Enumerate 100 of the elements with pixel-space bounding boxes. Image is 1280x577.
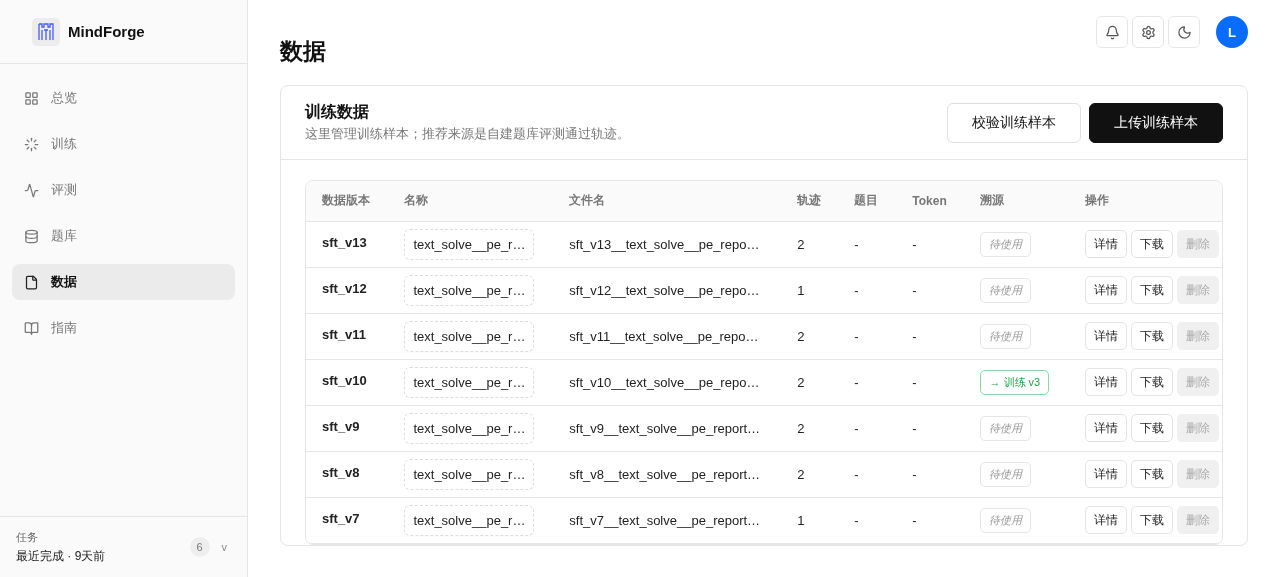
notifications-button[interactable] (1096, 16, 1128, 48)
table-cell: sft_v11__text_solve__pe_repo… (553, 313, 782, 359)
settings-icon (1140, 24, 1156, 40)
book-icon (24, 320, 39, 336)
table-cell: - (896, 267, 965, 313)
column-header: 溯源 (964, 181, 1070, 221)
column-header: 数据版本 (306, 181, 389, 221)
bell-icon (1104, 24, 1120, 40)
table-cell: - (838, 359, 897, 405)
moon-icon (1176, 24, 1192, 40)
table-cell: sft_v12 (306, 267, 389, 313)
download-button[interactable]: 下载 (1131, 230, 1174, 258)
nav-item[interactable]: 指南 (12, 310, 235, 346)
table-cell: - (896, 405, 965, 451)
column-header: 轨迹 (781, 181, 839, 221)
database-icon (24, 228, 39, 244)
table-cell: sft_v13 (306, 221, 389, 267)
table-cell: sft_v9 (306, 405, 389, 451)
theme-button[interactable] (1168, 16, 1200, 48)
table-cell: 2 (781, 359, 839, 405)
dataset-name: text_solve__pe_r… (404, 458, 535, 490)
table-cell: sft_v10__text_solve__pe_repo… (553, 359, 782, 405)
details-button[interactable]: 详情 (1085, 368, 1128, 396)
column-header: Token (896, 181, 965, 221)
table-cell: - (838, 221, 897, 267)
table-cell: 2 (781, 313, 839, 359)
table-cell: - (838, 267, 897, 313)
dataset-name: text_solve__pe_r… (404, 228, 535, 260)
table-cell: - (896, 497, 965, 543)
table-cell: sft_v13__text_solve__pe_repo… (553, 221, 782, 267)
table-cell: 2 (781, 221, 839, 267)
table-cell: - (838, 313, 897, 359)
table-cell: - (896, 359, 965, 405)
download-button[interactable]: 下载 (1131, 460, 1174, 488)
file-icon (24, 274, 39, 290)
page-title: 数据 (280, 37, 327, 66)
upload-button[interactable]: 上传训练样本 (1089, 102, 1223, 143)
table-cell: sft_v8 (306, 451, 389, 497)
settings-button[interactable] (1132, 16, 1164, 48)
table-cell: sft_v8__text_solve__pe_report… (553, 451, 782, 497)
download-button[interactable]: 下载 (1131, 276, 1174, 304)
details-button[interactable]: 详情 (1085, 506, 1128, 534)
details-button[interactable]: 详情 (1085, 414, 1128, 442)
validate-button[interactable]: 校验训练样本 (947, 102, 1081, 143)
status-tag: 待使用 (980, 277, 1032, 303)
training-link[interactable]: → 训练 v3 (980, 369, 1050, 395)
loader-icon (24, 136, 39, 152)
table-cell: - (838, 451, 897, 497)
dataset-name: text_solve__pe_r… (404, 274, 535, 306)
column-header: 题目 (838, 181, 897, 221)
table-cell: - (896, 451, 965, 497)
nav-item[interactable]: 总览 (12, 80, 235, 116)
download-button[interactable]: 下载 (1131, 368, 1174, 396)
download-button[interactable]: 下载 (1131, 322, 1174, 350)
nav-item[interactable]: 题库 (12, 218, 235, 254)
table-cell: sft_v7__text_solve__pe_report… (553, 497, 782, 543)
card-subtitle: 这里管理训练样本；推荐来源是自建题库评测通过轨迹。 (305, 125, 630, 143)
nav-item[interactable]: 训练 (12, 126, 235, 162)
column-header: 操作 (1069, 181, 1222, 221)
table-cell: sft_v12__text_solve__pe_repo… (553, 267, 782, 313)
status-tag: 待使用 (980, 231, 1032, 257)
details-button[interactable]: 详情 (1085, 460, 1128, 488)
column-header: 名称 (388, 181, 554, 221)
task-count: 6 (189, 537, 210, 557)
table-cell: 2 (781, 405, 839, 451)
table-cell: - (838, 497, 897, 543)
tasks-label: 任务 (16, 529, 39, 545)
table-cell: - (838, 405, 897, 451)
table-cell: - (896, 313, 965, 359)
status-tag: 待使用 (980, 323, 1032, 349)
dataset-name: text_solve__pe_r… (404, 320, 535, 352)
pulse-icon (24, 182, 39, 198)
table-cell: sft_v7 (306, 497, 389, 543)
details-button[interactable]: 详情 (1085, 276, 1128, 304)
column-header: 文件名 (553, 181, 782, 221)
tasks-status: 最近完成 · 9天前 (16, 547, 107, 565)
status-tag: 待使用 (980, 461, 1032, 487)
details-button[interactable]: 详情 (1085, 322, 1128, 350)
table-cell: sft_v10 (306, 359, 389, 405)
details-button[interactable]: 详情 (1085, 230, 1128, 258)
table-cell: 1 (781, 497, 839, 543)
card-title: 训练数据 (305, 102, 370, 122)
brand-name: MindForge (68, 23, 145, 40)
dataset-name: text_solve__pe_r… (404, 504, 535, 536)
grid-icon (24, 90, 39, 106)
table-cell: sft_v11 (306, 313, 389, 359)
user-avatar[interactable]: L (1216, 16, 1248, 48)
table-cell: 2 (781, 451, 839, 497)
download-button[interactable]: 下载 (1131, 414, 1174, 442)
expand-toggle[interactable]: v (217, 541, 231, 553)
status-tag: 待使用 (980, 415, 1032, 441)
dataset-name: text_solve__pe_r… (404, 412, 535, 444)
nav-item[interactable]: 评测 (12, 172, 235, 208)
table-cell: - (896, 221, 965, 267)
status-tag: 待使用 (980, 507, 1032, 533)
logo-icon (32, 17, 60, 46)
nav-item[interactable]: 数据 (12, 264, 235, 300)
dataset-name: text_solve__pe_r… (404, 366, 535, 398)
download-button[interactable]: 下载 (1131, 506, 1174, 534)
table-cell: 1 (781, 267, 839, 313)
